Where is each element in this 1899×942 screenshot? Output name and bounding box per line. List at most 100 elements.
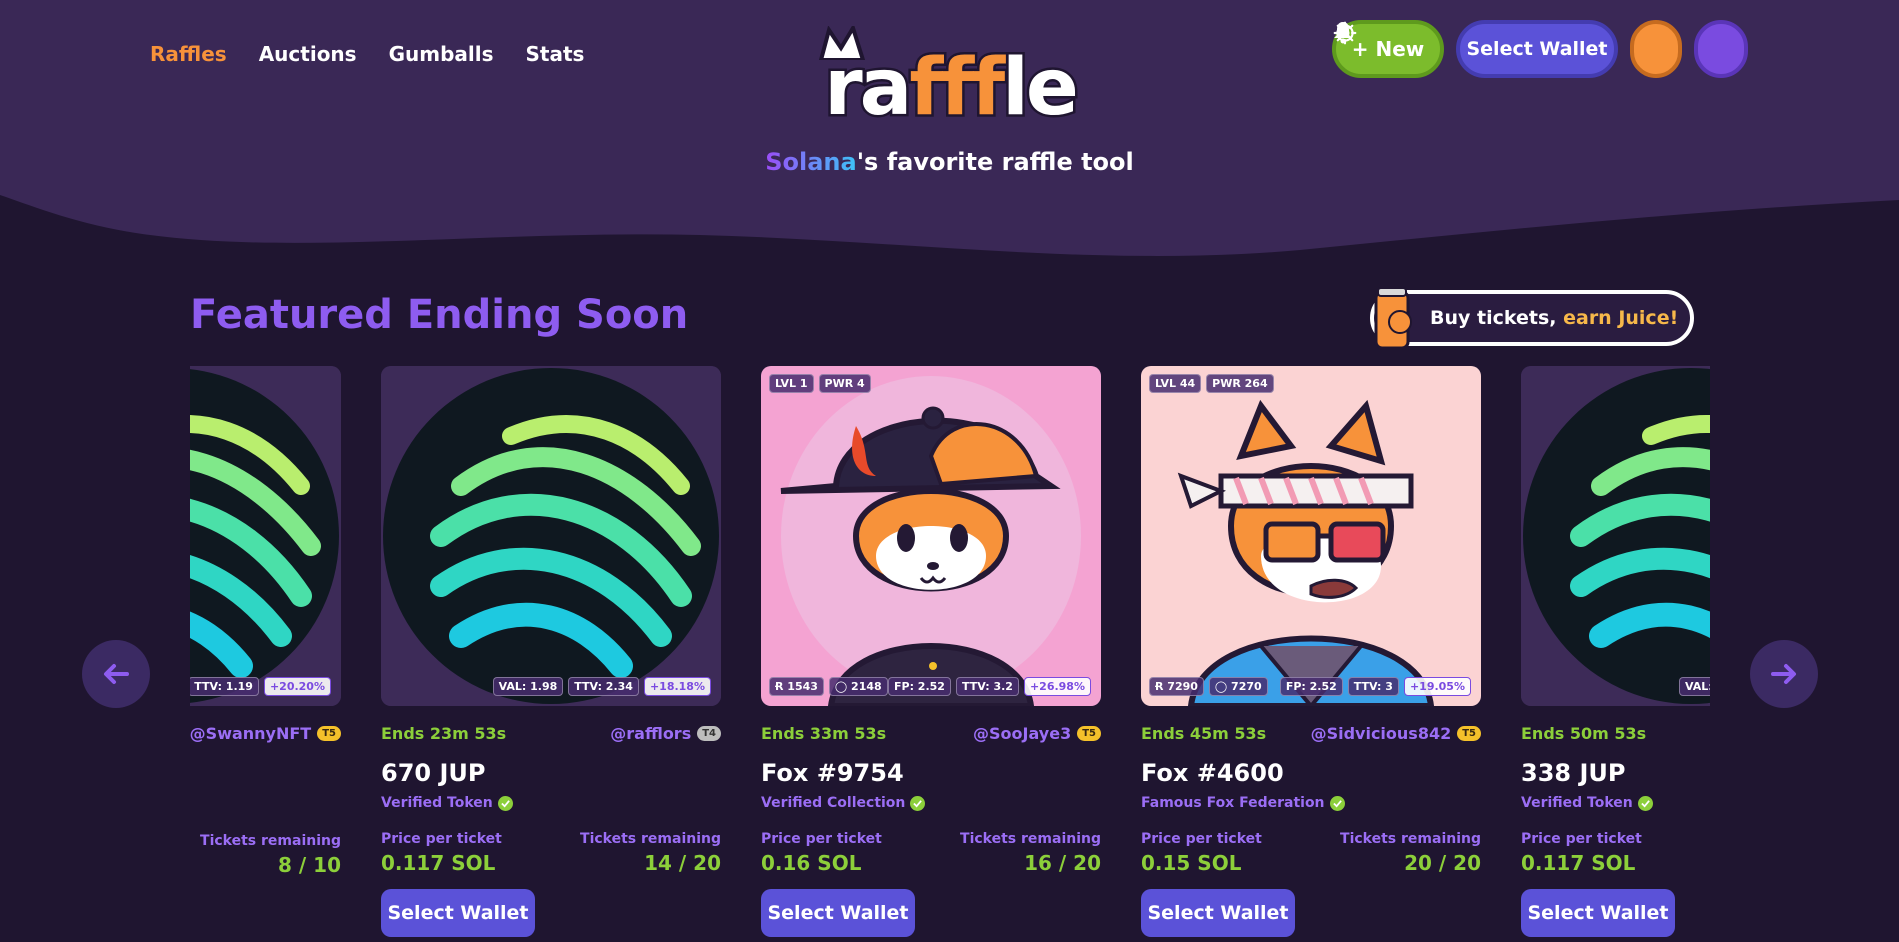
nav-raffles[interactable]: Raffles [150,42,227,66]
stat-chip: FP: 2.52 [1279,677,1343,696]
jup-token-image [190,366,341,706]
rank-chip: Ɍ 1543 [769,677,824,696]
juice-text: Buy tickets, earn Juice! [1430,307,1678,329]
price-value: 0.117 SOL [381,851,496,875]
card-select-wallet-button[interactable]: Select Wallet [761,889,915,937]
remaining-value: 16 / 20 [1024,851,1101,875]
stat-chip: TTV: 1.19 [190,677,259,696]
nav-stats[interactable]: Stats [526,42,585,66]
verified-text: Verified Token [381,795,493,811]
verified-text: Famous Fox Federation [1141,795,1325,811]
fox-cap-image [761,366,1101,706]
host-name: @rafflors [610,724,692,743]
tagline: Solana's favorite raffle tool [0,148,1899,176]
stat-chip: TTV: 3.2 [955,677,1019,696]
carousel-next-button[interactable] [1750,640,1818,708]
raffle-name [190,759,341,789]
price-label: Price per ticket [761,831,882,847]
host-name: @SooJaye3 [973,724,1072,743]
ends-timer: Ends 33m 53s [761,724,887,743]
arrow-right-icon [1771,664,1796,684]
raffle-name: Fox #4600 [1141,759,1284,787]
host-name: @SwannyNFT [190,724,312,743]
rarity-chip: ◯ 7270 [1208,677,1268,696]
price-label: Price per ticket [1521,831,1642,847]
price-value: 0.15 SOL [1141,851,1242,875]
raffle-image: LVL 1 PWR 4 Ɍ 1543 ◯ 2148 FP: 2.52 TTV: … [761,366,1101,706]
power-chip: PWR 264 [1206,374,1274,393]
host-link[interactable]: @SooJaye3 T5 [973,724,1101,743]
check-icon [1329,795,1345,811]
power-chip: PWR 4 [818,374,871,393]
stats-chips: 9 TTV: 1.19 +20.20% [190,677,331,696]
rank-chip: Ɍ 7290 [1149,677,1204,696]
raffle-name: 670 JUP [381,759,486,787]
pct-chip: +19.05% [1403,677,1471,696]
check-icon [1637,795,1653,811]
juice-banner[interactable]: Buy tickets, earn Juice! [1370,287,1694,350]
logo-part-3: le [1000,43,1082,133]
juice-text-pre: Buy tickets, [1430,307,1564,329]
tagline-brand: Solana [765,148,857,176]
price-value: 0.16 SOL [761,851,862,875]
raffle-image: VAL: [1521,366,1710,706]
raffle-card[interactable]: LVL 1 PWR 4 Ɍ 1543 ◯ 2148 FP: 2.52 TTV: … [761,366,1101,937]
card-select-wallet-button[interactable]: Select Wallet [381,889,535,937]
verified-label: Famous Fox Federation [1141,795,1481,811]
stat-chip: TTV: 3 [1347,677,1399,696]
section-title: Featured Ending Soon [190,292,689,338]
raffle-card[interactable]: 9 TTV: 1.19 +20.20% @SwannyNFT T5 Tickets… [190,366,341,937]
rank-chips: Ɍ 7290 ◯ 7270 [1149,677,1268,696]
tier-badge: T5 [317,726,341,741]
check-icon [910,795,926,811]
header: Raffles Auctions Gumballs Stats rafffle … [0,0,1899,270]
stat-chip: TTV: 2.34 [568,677,639,696]
host-link[interactable]: @rafflors T4 [610,724,721,743]
logo-part-1: ra [822,43,915,133]
price-label: Price per ticket [1141,831,1262,847]
select-wallet-button[interactable]: Select Wallet [1456,20,1618,78]
pct-chip: +20.20% [263,677,331,696]
tagline-rest: 's favorite raffle tool [856,148,1134,176]
settings-button[interactable] [1333,20,1682,78]
stat-chip: VAL: [1679,677,1710,696]
stats-chips: VAL: 1.98 TTV: 2.34 +18.18% [492,677,711,696]
ends-timer: Ends 23m 53s [381,724,507,743]
verified-text: Verified Token [1521,795,1633,811]
rafffle-logo[interactable]: rafffle [815,26,1085,133]
nav-gumballs[interactable]: Gumballs [389,42,494,66]
carousel-prev-button[interactable] [82,640,150,708]
tier-badge: T5 [1457,726,1481,741]
verified-label: Verified Collection [761,795,1101,811]
raffle-name: 338 JUP [1521,759,1626,787]
verified-text: Verified Collection [761,795,906,811]
remaining-label: Tickets remaining [960,831,1101,847]
tier-badge: T5 [1077,726,1101,741]
fox-bandana-image [1141,366,1481,706]
nav-auctions[interactable]: Auctions [259,42,357,66]
host-name: @Sidvicious842 [1310,724,1452,743]
notifications-button[interactable] [1334,20,1748,78]
raffle-card[interactable]: LVL 44 PWR 264 Ɍ 7290 ◯ 7270 FP: 2.52 TT… [1141,366,1481,937]
juice-text-highlight: earn Juice! [1563,307,1679,329]
card-select-wallet-button[interactable]: Select Wallet [1521,889,1675,937]
remaining-value: 8 / 10 [278,853,341,877]
check-icon [497,795,513,811]
level-chips: LVL 1 PWR 4 [769,374,871,393]
raffle-image: VAL: 1.98 TTV: 2.34 +18.18% [381,366,721,706]
price-label: Price per ticket [381,831,502,847]
rank-chips: Ɍ 1543 ◯ 2148 [769,677,888,696]
price-value: 0.117 SOL [1521,851,1636,875]
level-chips: LVL 44 PWR 264 [1149,374,1274,393]
host-link[interactable]: @Sidvicious842 T5 [1311,724,1481,743]
remaining-label: Tickets remaining [580,831,721,847]
raffle-card[interactable]: VAL: Ends 50m 53s 338 JUP Verified Token… [1521,366,1710,937]
raffle-image: LVL 44 PWR 264 Ɍ 7290 ◯ 7270 FP: 2.52 TT… [1141,366,1481,706]
verified-label: Verified Token [381,795,721,811]
raffle-image: 9 TTV: 1.19 +20.20% [190,366,341,706]
pct-chip: +18.18% [643,677,711,696]
raffle-card[interactable]: VAL: 1.98 TTV: 2.34 +18.18% Ends 23m 53s… [381,366,721,937]
host-link[interactable]: @SwannyNFT T5 [190,724,341,743]
stats-chips: VAL: [1679,677,1710,696]
card-select-wallet-button[interactable]: Select Wallet [1141,889,1295,937]
